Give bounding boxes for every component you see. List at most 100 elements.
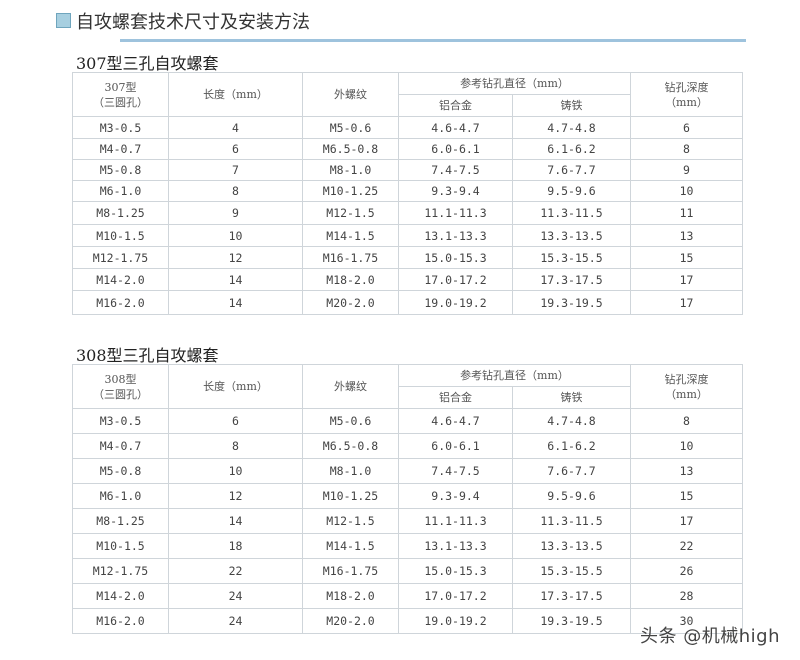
aluminum-cell: 15.0-15.3	[398, 558, 513, 584]
type-cell: M3-0.5	[72, 408, 169, 434]
length-cell: 24	[168, 608, 303, 634]
thread-cell: M20-2.0	[302, 608, 399, 634]
aluminum-cell: 4.6-4.7	[398, 116, 513, 139]
title-square-icon	[56, 13, 71, 28]
length-cell: 4	[168, 116, 303, 139]
aluminum-cell: 9.3-9.4	[398, 180, 513, 202]
table-row: M12-1.75 12 M16-1.75 15.0-15.3 15.3-15.5 15	[72, 246, 743, 269]
thread-cell: M16-1.75	[302, 558, 399, 584]
thread-cell: M18-2.0	[302, 583, 399, 609]
length-cell: 14	[168, 268, 303, 291]
type-cell: M12-1.75	[72, 558, 169, 584]
header-cast-iron: 铸铁	[512, 386, 631, 409]
depth-cell: 13	[630, 458, 743, 484]
cast-iron-cell: 11.3-11.5	[512, 508, 631, 534]
table-row: M14-2.0 14 M18-2.0 17.0-17.2 17.3-17.5 17	[72, 268, 743, 291]
thread-cell: M8-1.0	[302, 159, 399, 181]
table-row: M16-2.0 14 M20-2.0 19.0-19.2 19.3-19.5 17	[72, 290, 743, 315]
aluminum-cell: 11.1-11.3	[398, 508, 513, 534]
header-thread: 外螺纹	[302, 72, 399, 117]
cast-iron-cell: 15.3-15.5	[512, 558, 631, 584]
cast-iron-cell: 6.1-6.2	[512, 433, 631, 459]
aluminum-cell: 4.6-4.7	[398, 408, 513, 434]
type-cell: M6-1.0	[72, 180, 169, 202]
type-cell: M10-1.5	[72, 224, 169, 247]
aluminum-cell: 9.3-9.4	[398, 483, 513, 509]
aluminum-cell: 13.1-13.3	[398, 224, 513, 247]
header-depth: 钻孔深度 （mm）	[630, 72, 743, 117]
depth-cell: 13	[630, 224, 743, 247]
thread-cell: M5-0.6	[302, 408, 399, 434]
thread-cell: M10-1.25	[302, 180, 399, 202]
header-cast-iron: 铸铁	[512, 94, 631, 117]
depth-cell: 9	[630, 159, 743, 181]
length-cell: 6	[168, 138, 303, 160]
table-row: M5-0.8 10 M8-1.0 7.4-7.5 7.6-7.7 13	[72, 458, 743, 484]
aluminum-cell: 19.0-19.2	[398, 608, 513, 634]
header-divider	[120, 39, 746, 42]
header-length: 长度（mm）	[168, 72, 303, 117]
thread-cell: M14-1.5	[302, 224, 399, 247]
aluminum-cell: 19.0-19.2	[398, 290, 513, 315]
length-cell: 10	[168, 224, 303, 247]
length-cell: 18	[168, 533, 303, 559]
table-row: M6-1.0 8 M10-1.25 9.3-9.4 9.5-9.6 10	[72, 180, 743, 202]
thread-cell: M5-0.6	[302, 116, 399, 139]
depth-cell: 10	[630, 433, 743, 459]
header-length: 长度（mm）	[168, 364, 303, 409]
header-aluminum: 铝合金	[398, 386, 513, 409]
length-cell: 12	[168, 246, 303, 269]
header-depth: 钻孔深度 （mm）	[630, 364, 743, 409]
depth-cell: 28	[630, 583, 743, 609]
aluminum-cell: 7.4-7.5	[398, 458, 513, 484]
cast-iron-cell: 7.6-7.7	[512, 458, 631, 484]
type-cell: M10-1.5	[72, 533, 169, 559]
type-cell: M16-2.0	[72, 290, 169, 315]
type-cell: M16-2.0	[72, 608, 169, 634]
table-row: M14-2.0 24 M18-2.0 17.0-17.2 17.3-17.5 28	[72, 583, 743, 609]
depth-cell: 15	[630, 483, 743, 509]
type-cell: M8-1.25	[72, 201, 169, 225]
depth-cell: 26	[630, 558, 743, 584]
type-cell: M14-2.0	[72, 583, 169, 609]
cast-iron-cell: 17.3-17.5	[512, 268, 631, 291]
length-cell: 10	[168, 458, 303, 484]
cast-iron-cell: 9.5-9.6	[512, 180, 631, 202]
header-type: 308型 （三圆孔）	[72, 364, 169, 409]
table-307: 307型 （三圆孔） 长度（mm） 外螺纹 参考钻孔直径（mm） 钻孔深度 （m…	[72, 72, 743, 315]
depth-cell: 17	[630, 268, 743, 291]
depth-cell: 8	[630, 408, 743, 434]
cast-iron-cell: 7.6-7.7	[512, 159, 631, 181]
header-ref-diameter: 参考钻孔直径（mm）	[398, 72, 631, 95]
length-cell: 9	[168, 201, 303, 225]
thread-cell: M18-2.0	[302, 268, 399, 291]
aluminum-cell: 7.4-7.5	[398, 159, 513, 181]
cast-iron-cell: 13.3-13.5	[512, 533, 631, 559]
thread-cell: M6.5-0.8	[302, 433, 399, 459]
page-title: 自攻螺套技术尺寸及安装方法	[76, 12, 310, 33]
type-cell: M5-0.8	[72, 159, 169, 181]
thread-cell: M6.5-0.8	[302, 138, 399, 160]
aluminum-cell: 17.0-17.2	[398, 268, 513, 291]
depth-cell: 11	[630, 201, 743, 225]
depth-cell: 10	[630, 180, 743, 202]
length-cell: 14	[168, 508, 303, 534]
length-cell: 6	[168, 408, 303, 434]
type-cell: M12-1.75	[72, 246, 169, 269]
table-307-title: 307型三孔自攻螺套	[76, 54, 219, 73]
cast-iron-cell: 15.3-15.5	[512, 246, 631, 269]
length-cell: 8	[168, 433, 303, 459]
depth-cell: 17	[630, 290, 743, 315]
cast-iron-cell: 19.3-19.5	[512, 608, 631, 634]
cast-iron-cell: 4.7-4.8	[512, 408, 631, 434]
table-308: 308型 （三圆孔） 长度（mm） 外螺纹 参考钻孔直径（mm） 钻孔深度 （m…	[72, 364, 743, 634]
length-cell: 7	[168, 159, 303, 181]
page-header: 自攻螺套技术尺寸及安装方法	[56, 8, 746, 46]
table-row: M5-0.8 7 M8-1.0 7.4-7.5 7.6-7.7 9	[72, 159, 743, 181]
depth-cell: 8	[630, 138, 743, 160]
watermark: 头条 @机械high	[640, 626, 780, 647]
aluminum-cell: 17.0-17.2	[398, 583, 513, 609]
depth-cell: 15	[630, 246, 743, 269]
aluminum-cell: 13.1-13.3	[398, 533, 513, 559]
table-row: M4-0.7 8 M6.5-0.8 6.0-6.1 6.1-6.2 10	[72, 433, 743, 459]
